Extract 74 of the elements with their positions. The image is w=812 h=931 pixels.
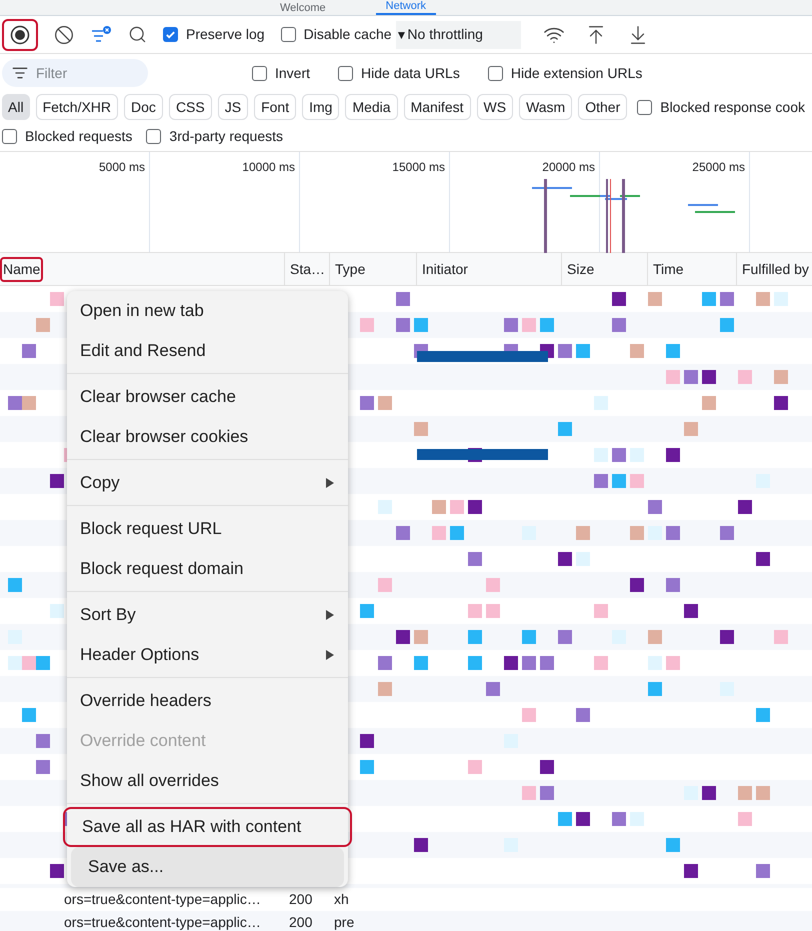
column-header[interactable]: Sta… (289, 258, 326, 280)
column-header[interactable]: Name (0, 256, 44, 282)
table-cell: ors=true&content-type=applic… (64, 914, 261, 930)
column-header[interactable]: Size (566, 258, 596, 280)
type-filter-chip[interactable]: Doc (124, 94, 163, 120)
record-icon (10, 24, 30, 44)
throttling-dropdown[interactable]: ▼No throttling (396, 20, 521, 48)
menu-item[interactable]: Clear browser cache (63, 377, 352, 417)
time-tick-label: 10000 ms (242, 159, 295, 174)
type-filter-chip[interactable]: Wasm (519, 94, 572, 120)
type-filter-chip[interactable]: JS (218, 94, 248, 120)
table-cell: 200 (289, 914, 312, 930)
menu-item[interactable]: Save all as HAR with content (63, 807, 352, 847)
menu-item[interactable]: Override headers (63, 681, 352, 721)
panel-tab[interactable]: Welcome (270, 1, 336, 15)
column-header[interactable]: Fulfilled by (741, 258, 810, 280)
checkbox[interactable] (252, 66, 267, 80)
menu-item[interactable]: Block request URL (63, 509, 352, 549)
type-filter-chip[interactable]: Font (254, 94, 296, 120)
menu-item[interactable]: Header Options (63, 635, 352, 675)
search-icon[interactable] (128, 25, 147, 44)
submenu-arrow-icon (326, 610, 334, 620)
time-tick-label: 15000 ms (392, 159, 445, 174)
checkbox-label: Disable cache (304, 25, 392, 44)
panel-tab[interactable]: Network (376, 0, 436, 15)
checkbox[interactable] (280, 27, 296, 42)
type-filter-chip[interactable]: All (2, 94, 30, 120)
checkbox[interactable] (338, 66, 354, 80)
dropdown-arrow: ▼ (396, 26, 408, 44)
menu-item[interactable]: Block request domain (63, 549, 352, 589)
checkbox-label: 3rd-party requests (169, 127, 284, 146)
column-header[interactable]: Type (334, 258, 366, 280)
time-tick-label: 5000 ms (98, 159, 145, 174)
filter-icon (12, 65, 28, 81)
type-filter-chip[interactable]: Manifest (404, 94, 470, 120)
filter-field[interactable]: Filter (2, 59, 148, 87)
table-cell: ors=true&content-type=applic… (64, 891, 261, 907)
column-header[interactable]: Initiator (421, 258, 469, 280)
checkbox-label: Blocked requests (25, 127, 132, 146)
checkbox[interactable] (488, 66, 503, 80)
checkbox[interactable] (637, 100, 652, 114)
checkbox-label: Hide extension URLs (510, 64, 642, 82)
checkbox[interactable] (163, 27, 178, 42)
column-header[interactable]: Time (652, 258, 685, 280)
check-icon (165, 29, 176, 40)
table-cell: xh (334, 891, 349, 907)
clear-icon[interactable] (54, 24, 74, 44)
menu-item[interactable]: Show all overrides (63, 761, 352, 801)
submenu-arrow-icon (326, 650, 334, 660)
table-cell: 200 (289, 891, 312, 907)
type-filter-chip[interactable]: Fetch/XHR (36, 94, 118, 120)
submenu-arrow-icon (326, 478, 334, 488)
time-tick-label: 25000 ms (692, 159, 745, 174)
menu-item[interactable]: Clear browser cookies (63, 417, 352, 457)
type-filter-chip[interactable]: CSS (168, 94, 212, 120)
menu-item[interactable]: Edit and Resend (63, 331, 352, 371)
menu-item[interactable]: Sort By (63, 595, 352, 635)
checkbox[interactable] (2, 129, 17, 144)
filter-icon[interactable] (90, 24, 112, 44)
table-cell: pre (334, 914, 354, 930)
type-filter-chip[interactable]: Media (345, 94, 398, 120)
checkbox-label: Preserve log (186, 25, 265, 44)
menu-item[interactable]: Open in new tab (63, 291, 352, 331)
checkbox-label: Invert (275, 64, 310, 82)
menu-item[interactable]: Save as... (71, 847, 344, 887)
type-filter-chip[interactable]: WS (476, 94, 514, 120)
checkbox-label: Hide data URLs (361, 64, 460, 82)
checkbox-label: Blocked response cook (660, 98, 805, 117)
checkbox[interactable] (146, 129, 162, 144)
type-filter-chip[interactable]: Img (302, 94, 340, 120)
record-button[interactable] (2, 18, 38, 50)
time-tick-label: 20000 ms (542, 159, 595, 174)
menu-item[interactable]: Copy (63, 463, 352, 503)
type-filter-chip[interactable]: Other (578, 94, 628, 120)
